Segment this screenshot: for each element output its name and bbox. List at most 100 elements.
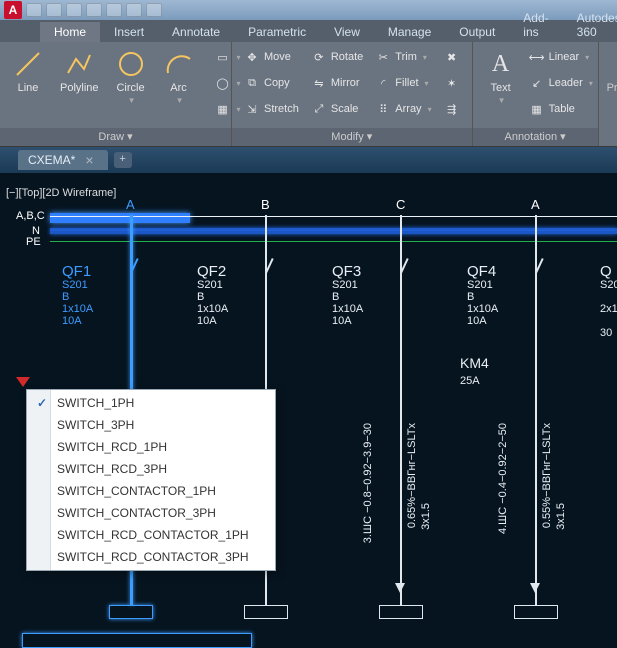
bus-selected[interactable]	[50, 213, 190, 223]
menu-switch-rcd-contactor-1ph[interactable]: SWITCH_RCD_CONTACTOR_1PH	[29, 524, 273, 546]
cable4-circuit: 4.ШС −0.4−0.92−2−50	[497, 423, 509, 534]
cable3-circuit: 3.ШС −0.8−0.92−3.9−30	[362, 423, 374, 543]
copy-button[interactable]: ⧉Copy	[240, 72, 303, 94]
qat-new-icon[interactable]	[26, 3, 42, 17]
text-button[interactable]: A Text▼	[481, 46, 521, 107]
arrow-qf3	[395, 583, 405, 593]
km4-label: KM425A	[460, 355, 489, 387]
tab-annotate[interactable]: Annotate	[158, 22, 234, 42]
qf5-label: Q S202/DDA 2x1 30	[600, 265, 617, 339]
offset-button[interactable]: ⇶	[440, 98, 464, 120]
menu-switch-3ph[interactable]: SWITCH_3PH	[29, 414, 273, 436]
tab-home[interactable]: Home	[40, 22, 100, 42]
polyline-button[interactable]: Polyline	[56, 46, 103, 96]
menu-switch-1ph[interactable]: SWITCH_1PH	[29, 392, 273, 414]
leader-button[interactable]: ↙Leader▾	[525, 72, 597, 94]
mirror-icon: ⇋	[311, 75, 327, 91]
arrow-qf4	[530, 583, 540, 593]
table-button[interactable]: ▦Table	[525, 98, 597, 120]
properties-panel-label: Pr	[599, 42, 617, 146]
load-qf4[interactable]	[514, 605, 558, 619]
menu-switch-rcd-1ph[interactable]: SWITCH_RCD_1PH	[29, 436, 273, 458]
error-marker-icon[interactable]	[16, 377, 30, 387]
erase-icon: ✖	[444, 49, 460, 65]
fillet-icon: ◜	[375, 75, 391, 91]
tab-manage[interactable]: Manage	[374, 22, 445, 42]
tab-output[interactable]: Output	[445, 22, 509, 42]
fillet-button[interactable]: ◜Fillet▾	[371, 72, 435, 94]
arc-button[interactable]: Arc▼	[159, 46, 199, 107]
erase-button[interactable]: ✖	[440, 46, 464, 68]
text-label: Text	[490, 82, 510, 94]
panel-modify-title[interactable]: Modify ▾	[232, 128, 472, 146]
qat-open-icon[interactable]	[46, 3, 62, 17]
tab-parametric[interactable]: Parametric	[234, 22, 320, 42]
qat-save-icon[interactable]	[66, 3, 82, 17]
array-button[interactable]: ⠿Array▾	[371, 98, 435, 120]
panel-annotation-title[interactable]: Annotation ▾	[473, 128, 598, 146]
qat-redo-icon[interactable]	[146, 3, 162, 17]
phase-a1: A	[126, 197, 135, 212]
line-icon	[12, 48, 44, 80]
phase-c: C	[396, 197, 405, 212]
circle-button[interactable]: Circle▼	[111, 46, 151, 107]
menu-switch-contactor-1ph[interactable]: SWITCH_CONTACTOR_1PH	[29, 480, 273, 502]
add-tab-button[interactable]: +	[114, 152, 132, 168]
switch-qf3-icon[interactable]	[392, 253, 410, 279]
qat-undo-icon[interactable]	[126, 3, 142, 17]
panel-draw-title[interactable]: Draw ▾	[0, 128, 231, 146]
view-label[interactable]: [−][Top][2D Wireframe]	[6, 187, 116, 199]
phase-a2: A	[531, 197, 540, 212]
qf2-label: QF2 S201 B 1x10A 10A	[197, 265, 228, 327]
close-tab-icon[interactable]: ×	[85, 155, 93, 165]
menu-switch-rcd-3ph[interactable]: SWITCH_RCD_3PH	[29, 458, 273, 480]
mirror-button[interactable]: ⇋Mirror	[307, 72, 367, 94]
tab-addins[interactable]: Add-ins	[509, 8, 562, 42]
tab-autodesk360[interactable]: Autodesk 360	[563, 8, 617, 42]
qat-saveas-icon[interactable]	[86, 3, 102, 17]
line-button[interactable]: Line	[8, 46, 48, 96]
cable4-size: 3x1.5	[555, 503, 567, 530]
context-menu: SWITCH_1PH SWITCH_3PH SWITCH_RCD_1PH SWI…	[26, 389, 276, 571]
document-tab-label: CXEMA*	[28, 153, 75, 167]
circle-label: Circle	[116, 82, 144, 94]
arc-icon	[163, 48, 195, 80]
scale-icon: ⤢	[311, 101, 327, 117]
menu-switch-rcd-contactor-3ph[interactable]: SWITCH_RCD_CONTACTOR_3PH	[29, 546, 273, 568]
polyline-icon	[63, 48, 95, 80]
load-qf3[interactable]	[379, 605, 423, 619]
stretch-button[interactable]: ⇲Stretch	[240, 98, 303, 120]
trim-button[interactable]: ✂Trim▾	[371, 46, 435, 68]
load-qf1[interactable]	[109, 605, 153, 619]
switch-qf4-icon[interactable]	[527, 253, 545, 279]
document-tab[interactable]: CXEMA* ×	[18, 150, 108, 170]
move-button[interactable]: ✥Move	[240, 46, 303, 68]
tab-insert[interactable]: Insert	[100, 22, 158, 42]
ellipse-icon: ◯	[215, 75, 231, 91]
qat-plot-icon[interactable]	[106, 3, 122, 17]
bus-pe[interactable]	[50, 241, 617, 242]
cable3-cable: 0.65%−ВВГнг−LSLTx	[406, 423, 418, 528]
array-icon: ⠿	[375, 101, 391, 117]
bus-n2[interactable]	[50, 231, 617, 234]
load-qf2[interactable]	[244, 605, 288, 619]
app-logo[interactable]: A	[4, 1, 22, 19]
qf4-label: QF4 S201 B 1x10A 10A	[467, 265, 498, 327]
offset-icon: ⇶	[444, 101, 460, 117]
bottom-panel-box[interactable]	[22, 633, 252, 648]
line-label: Line	[18, 82, 39, 94]
switch-qf2-icon[interactable]	[257, 253, 275, 279]
rotate-button[interactable]: ⟳Rotate	[307, 46, 367, 68]
ribbon-tabstrip: Home Insert Annotate Parametric View Man…	[0, 20, 617, 42]
circle-icon	[115, 48, 147, 80]
scale-button[interactable]: ⤢Scale	[307, 98, 367, 120]
bus-abc[interactable]	[50, 216, 617, 217]
copy-icon: ⧉	[244, 75, 260, 91]
tab-view[interactable]: View	[320, 22, 374, 42]
linear-button[interactable]: ⟷Linear▾	[525, 46, 597, 68]
cable3-size: 3x1.5	[420, 503, 432, 530]
switch-qf1-icon[interactable]	[122, 253, 140, 279]
drawing-canvas[interactable]: [−][Top][2D Wireframe] A,B,C N PE A B C …	[0, 173, 617, 648]
explode-button[interactable]: ✶	[440, 72, 464, 94]
menu-switch-contactor-3ph[interactable]: SWITCH_CONTACTOR_3PH	[29, 502, 273, 524]
